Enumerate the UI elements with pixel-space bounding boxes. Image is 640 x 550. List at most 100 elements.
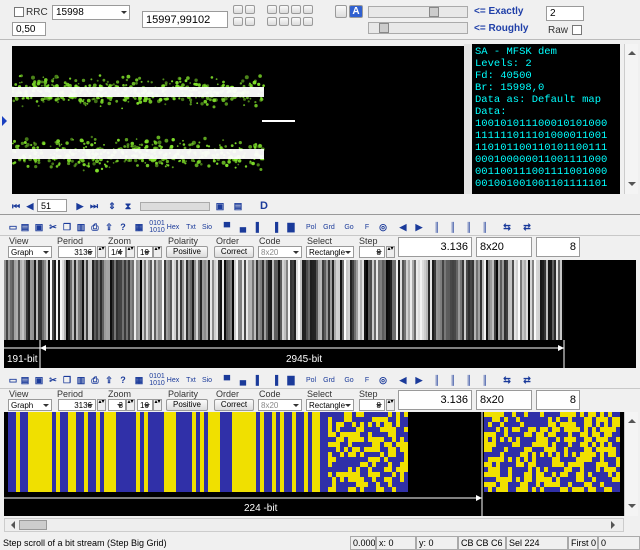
select-mode[interactable]: Rectangle (306, 246, 354, 258)
display-icon[interactable]: ▦ (132, 374, 146, 386)
bars2-icon[interactable]: ║ (446, 374, 460, 386)
check-toggle-button[interactable] (335, 5, 347, 18)
spin-down-button[interactable] (279, 17, 289, 26)
spin-down-button[interactable] (303, 17, 313, 26)
spin-up-button[interactable] (245, 5, 255, 14)
select-mode[interactable]: Rectangle (306, 399, 354, 411)
forward-icon[interactable]: ▶ (412, 221, 426, 233)
bitstream-graph[interactable]: 191-bit 2945-bit (4, 260, 636, 368)
spin-up-button[interactable] (233, 5, 243, 14)
back-icon[interactable]: ◀ (396, 221, 410, 233)
save-icon[interactable]: ▣ (32, 221, 46, 233)
first-icon[interactable]: ⏮ (10, 200, 22, 212)
step-readout[interactable]: 8 (536, 390, 580, 410)
nav-slider[interactable] (140, 202, 210, 211)
hex-icon[interactable]: Hex (166, 374, 180, 386)
copy-icon[interactable]: ❐ (60, 221, 74, 233)
zoom-field[interactable]: 1/4 (108, 246, 126, 258)
scope-vscroll[interactable] (464, 44, 472, 194)
help-icon[interactable]: ? (116, 374, 130, 386)
view-select[interactable]: Graph (8, 399, 52, 411)
zoom-field[interactable]: 3 (108, 399, 126, 411)
prev-icon[interactable]: ◀ (24, 200, 36, 212)
scroll-down-icon[interactable] (628, 182, 636, 190)
zoom-field-2[interactable]: 10 (137, 399, 153, 411)
binary-icon[interactable]: 0101 1010 (149, 220, 165, 234)
scroll-right-icon[interactable] (611, 521, 619, 529)
layout5-icon[interactable]: ▇ (284, 221, 298, 233)
go-icon[interactable]: Go (342, 221, 356, 233)
arrow2-icon[interactable]: ⇄ (520, 221, 534, 233)
arrow-icon[interactable]: ⇆ (500, 374, 514, 386)
bit-grid-hscroll[interactable] (4, 518, 624, 532)
order-button[interactable]: Correct (214, 246, 254, 258)
go-icon[interactable]: Go (342, 374, 356, 386)
code-select[interactable]: 8x20 (258, 399, 302, 411)
step-spin[interactable]: ▴▾ (386, 399, 395, 411)
bars1-icon[interactable]: ║ (430, 221, 444, 233)
print-icon[interactable]: ⎙ (88, 374, 102, 386)
export-icon[interactable]: ⇪ (102, 374, 116, 386)
bars1-icon[interactable]: ║ (430, 374, 444, 386)
layout1-icon[interactable]: ▀ (220, 221, 234, 233)
code-select[interactable]: 8x20 (258, 246, 302, 258)
spin-down-button[interactable] (245, 17, 255, 26)
cut-icon[interactable]: ✂ (46, 221, 60, 233)
grd-icon[interactable]: Grd (322, 374, 336, 386)
layout3-icon[interactable]: ▌ (252, 221, 266, 233)
zoom-spin-2[interactable]: ▴▾ (153, 246, 162, 258)
scroll-up-icon[interactable] (628, 415, 636, 423)
d-button[interactable]: D (258, 200, 270, 212)
export-icon[interactable]: ⇪ (102, 221, 116, 233)
txt-icon[interactable]: Txt (184, 221, 198, 233)
hourglass-icon[interactable]: ⧗ (122, 200, 134, 212)
speed-select[interactable]: 15998 (52, 5, 130, 20)
slider-thumb[interactable] (429, 7, 439, 17)
next-icon[interactable]: ▶ (74, 200, 86, 212)
scroll-up-icon[interactable] (628, 47, 636, 55)
period-spin[interactable]: ▴▾ (97, 246, 106, 258)
order-button[interactable]: Correct (214, 399, 254, 411)
step-readout[interactable]: 8 (536, 237, 580, 257)
spin-down-button[interactable] (291, 17, 301, 26)
pol-icon[interactable]: Pol (304, 221, 318, 233)
scroll-left-icon[interactable] (7, 521, 15, 529)
paste-icon[interactable]: ▥ (74, 374, 88, 386)
txt-icon[interactable]: Txt (184, 374, 198, 386)
zoom-spin[interactable]: ▴▾ (126, 246, 135, 258)
arrow-icon[interactable]: ⇆ (500, 221, 514, 233)
bit-grid-vscroll[interactable] (624, 412, 638, 516)
sio-icon[interactable]: Sio (200, 374, 214, 386)
save-icon[interactable]: ▣ (214, 200, 226, 212)
grid-combo[interactable]: 8x20 (476, 390, 532, 410)
save-icon[interactable]: ▣ (32, 374, 46, 386)
position-field[interactable]: 51 (37, 199, 67, 212)
step-spin[interactable]: ▴▾ (386, 246, 395, 258)
bars4-icon[interactable]: ║ (478, 221, 492, 233)
step-field[interactable]: 8 (359, 399, 385, 411)
print-icon[interactable]: ⎙ (88, 221, 102, 233)
help-icon[interactable]: ? (116, 221, 130, 233)
open-icon[interactable]: ▤ (18, 374, 32, 386)
paste-icon[interactable]: ▥ (74, 221, 88, 233)
sio-icon[interactable]: Sio (200, 221, 214, 233)
grid-combo[interactable]: 8x20 (476, 237, 532, 257)
f-icon[interactable]: F (360, 221, 374, 233)
bars3-icon[interactable]: ║ (462, 374, 476, 386)
spin-up-button[interactable] (291, 5, 301, 14)
arrow2-icon[interactable]: ⇄ (520, 374, 534, 386)
layout2-icon[interactable]: ▄ (236, 374, 250, 386)
spin-up-button[interactable] (279, 5, 289, 14)
period-readout[interactable]: 3.136 (398, 390, 472, 410)
exact-slider[interactable] (368, 6, 468, 18)
pol-icon[interactable]: Pol (304, 374, 318, 386)
font-a-button[interactable]: A (349, 5, 363, 18)
period-readout[interactable]: 3.136 (398, 237, 472, 257)
speed-value-field[interactable]: 15997,99102 (142, 11, 228, 28)
scroll-thumb[interactable] (19, 520, 47, 530)
zoom-spin-2[interactable]: ▴▾ (153, 399, 162, 411)
period-field[interactable]: 3136 (58, 246, 96, 258)
spin-up-button[interactable] (303, 5, 313, 14)
rrc-value-field[interactable]: 0,50 (12, 22, 46, 36)
slider-thumb[interactable] (379, 23, 389, 33)
